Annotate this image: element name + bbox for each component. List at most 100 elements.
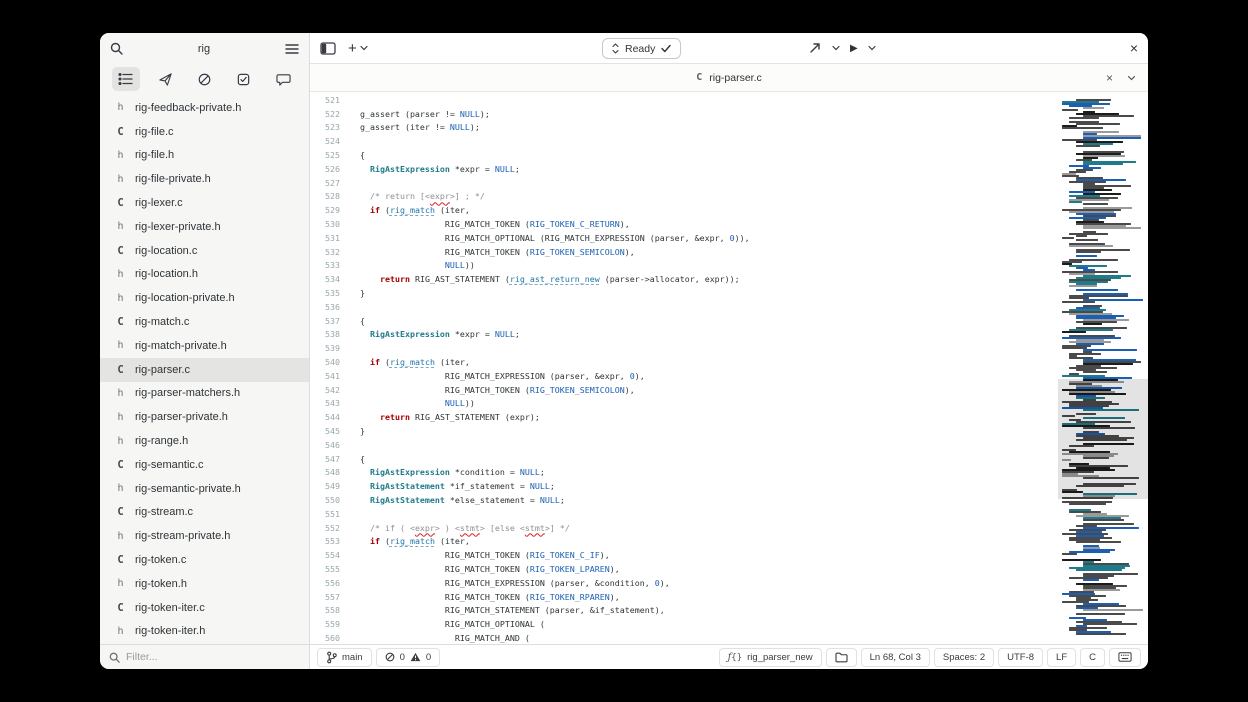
code-line[interactable]: 525 { bbox=[310, 148, 1058, 162]
warning-icon bbox=[410, 652, 421, 662]
file-row[interactable]: Crig-match.c bbox=[100, 310, 309, 334]
code-line[interactable]: 528 /* return [<expr>] ; */ bbox=[310, 190, 1058, 204]
file-row[interactable]: hrig-parser-matchers.h bbox=[100, 382, 309, 406]
new-tab-button[interactable]: + bbox=[348, 41, 368, 56]
code-line[interactable]: 537 { bbox=[310, 314, 1058, 328]
line-ending-setting[interactable]: LF bbox=[1047, 648, 1076, 667]
code-line[interactable]: 557 RIG_MATCH_TOKEN (RIG_TOKEN_RPAREN), bbox=[310, 590, 1058, 604]
file-row[interactable]: Crig-file.c bbox=[100, 120, 309, 144]
file-row[interactable]: hrig-token-iter.h bbox=[100, 620, 309, 644]
menu-icon[interactable] bbox=[285, 43, 299, 55]
file-row[interactable]: Crig-parser.c bbox=[100, 358, 309, 382]
file-row[interactable]: hrig-feedback-private.h bbox=[100, 96, 309, 120]
language-setting[interactable]: C bbox=[1080, 648, 1105, 667]
code-line[interactable]: 556 RIG_MATCH_EXPRESSION (parser, &condi… bbox=[310, 576, 1058, 590]
code-line[interactable]: 532 RIG_MATCH_TOKEN (RIG_TOKEN_SEMICOLON… bbox=[310, 245, 1058, 259]
file-row[interactable]: Crig-token.c bbox=[100, 548, 309, 572]
project-tree-panel-button[interactable] bbox=[112, 67, 140, 91]
code-line[interactable]: 559 RIG_MATCH_OPTIONAL ( bbox=[310, 617, 1058, 631]
code-line[interactable]: 526 RigAstExpression *expr = NULL; bbox=[310, 162, 1058, 176]
file-row[interactable]: hrig-range.h bbox=[100, 429, 309, 453]
project-search-input[interactable] bbox=[129, 43, 279, 55]
diagnostics-panel-button[interactable] bbox=[191, 67, 219, 91]
code-line[interactable]: 540 if (rig_match (iter, bbox=[310, 355, 1058, 369]
plus-icon: + bbox=[348, 41, 357, 56]
code-line[interactable]: 555 RIG_MATCH_TOKEN (RIG_TOKEN_LPAREN), bbox=[310, 562, 1058, 576]
branch-indicator[interactable]: main bbox=[317, 648, 372, 667]
file-row[interactable]: hrig-token.h bbox=[100, 572, 309, 596]
window-close-button[interactable]: × bbox=[1130, 33, 1138, 63]
file-row[interactable]: hrig-location-private.h bbox=[100, 286, 309, 310]
chat-panel-button[interactable] bbox=[269, 67, 297, 91]
sidebar-panel-switcher bbox=[100, 64, 309, 94]
export-icon[interactable] bbox=[808, 41, 822, 55]
code-line[interactable]: 542 RIG_MATCH_TOKEN (RIG_TOKEN_SEMICOLON… bbox=[310, 383, 1058, 397]
filter-input[interactable] bbox=[126, 651, 300, 663]
code-line[interactable]: 545 } bbox=[310, 424, 1058, 438]
file-row[interactable]: Crig-token-iter.c bbox=[100, 596, 309, 620]
file-row[interactable]: hrig-stream-private.h bbox=[100, 524, 309, 548]
file-row[interactable]: hrig-lexer-private.h bbox=[100, 215, 309, 239]
code-line[interactable]: 546 bbox=[310, 438, 1058, 452]
file-row[interactable]: hrig-semantic-private.h bbox=[100, 477, 309, 501]
code-line[interactable]: 533 NULL)) bbox=[310, 259, 1058, 273]
code-line[interactable]: 521 bbox=[310, 93, 1058, 107]
cursor-position[interactable]: Ln 68, Col 3 bbox=[861, 648, 930, 667]
keyboard-settings-button[interactable] bbox=[1109, 648, 1141, 667]
code-line[interactable]: 522 g_assert (parser != NULL); bbox=[310, 107, 1058, 121]
toggle-sidebar-icon[interactable] bbox=[320, 42, 336, 55]
code-line[interactable]: 558 RIG_MATCH_STATEMENT (parser, &if_sta… bbox=[310, 603, 1058, 617]
run-options-chevron-icon[interactable] bbox=[868, 45, 876, 51]
code-line[interactable]: 560 RIG_MATCH_AND ( bbox=[310, 631, 1058, 644]
code-line[interactable]: 530 RIG_MATCH_TOKEN (RIG_TOKEN_C_RETURN)… bbox=[310, 217, 1058, 231]
build-status-dropdown[interactable]: Ready bbox=[602, 38, 681, 59]
file-row[interactable]: Crig-location.c bbox=[100, 239, 309, 263]
code-line[interactable]: 527 bbox=[310, 176, 1058, 190]
file-row[interactable]: Crig-semantic.c bbox=[100, 453, 309, 477]
code-line[interactable]: 553 if (rig_match (iter, bbox=[310, 535, 1058, 549]
run-button[interactable]: ▶ bbox=[850, 43, 858, 54]
code-line[interactable]: 554 RIG_MATCH_TOKEN (RIG_TOKEN_C_IF), bbox=[310, 548, 1058, 562]
file-row[interactable]: hrig-match-private.h bbox=[100, 334, 309, 358]
folder-icon bbox=[835, 652, 848, 663]
code-line[interactable]: 531 RIG_MATCH_OPTIONAL (RIG_MATCH_EXPRES… bbox=[310, 231, 1058, 245]
indentation-setting[interactable]: Spaces: 2 bbox=[934, 648, 994, 667]
code-lines[interactable]: 521522 g_assert (parser != NULL);523 g_a… bbox=[310, 92, 1058, 644]
code-line[interactable]: 534 return RIG_AST_STATEMENT (rig_ast_re… bbox=[310, 272, 1058, 286]
todo-panel-button[interactable] bbox=[230, 67, 258, 91]
code-line[interactable]: 523 g_assert (iter != NULL); bbox=[310, 121, 1058, 135]
file-row[interactable]: Crig-lexer.c bbox=[100, 191, 309, 215]
tab-close-icon[interactable]: × bbox=[1106, 71, 1113, 85]
code-line[interactable]: 544 return RIG_AST_STATEMENT (expr); bbox=[310, 410, 1058, 424]
build-panel-button[interactable] bbox=[151, 67, 179, 91]
code-line[interactable]: 543 NULL)) bbox=[310, 397, 1058, 411]
project-folder-button[interactable] bbox=[826, 648, 857, 667]
file-row[interactable]: hrig-file.h bbox=[100, 144, 309, 168]
minimap[interactable] bbox=[1058, 92, 1148, 644]
file-row[interactable]: hrig-location.h bbox=[100, 263, 309, 287]
file-row[interactable]: Crig-stream.c bbox=[100, 501, 309, 525]
code-line[interactable]: 547 { bbox=[310, 452, 1058, 466]
file-row[interactable]: hrig-file-private.h bbox=[100, 167, 309, 191]
code-line[interactable]: 539 bbox=[310, 341, 1058, 355]
code-line[interactable]: 541 RIG_MATCH_EXPRESSION (parser, &expr,… bbox=[310, 369, 1058, 383]
code-line[interactable]: 552 /* if ( <expr> ) <stmt> [else <stmt>… bbox=[310, 521, 1058, 535]
tab-rig-parser[interactable]: C rig-parser.c bbox=[696, 72, 762, 84]
minimap-viewport[interactable] bbox=[1058, 379, 1148, 499]
export-options-chevron-icon[interactable] bbox=[832, 45, 840, 51]
open-pages-chevron-icon[interactable] bbox=[1127, 75, 1136, 81]
file-row[interactable]: hrig-parser-private.h bbox=[100, 405, 309, 429]
code-line[interactable]: 538 RigAstExpression *expr = NULL; bbox=[310, 328, 1058, 342]
code-line[interactable]: 529 if (rig_match (iter, bbox=[310, 203, 1058, 217]
code-line[interactable]: 535 } bbox=[310, 286, 1058, 300]
code-text: } bbox=[350, 426, 365, 436]
code-line[interactable]: 549 RigAstStatement *if_statement = NULL… bbox=[310, 479, 1058, 493]
diagnostics-indicator[interactable]: 0 0 bbox=[376, 648, 441, 667]
code-line[interactable]: 536 bbox=[310, 300, 1058, 314]
code-line[interactable]: 550 RigAstStatement *else_statement = NU… bbox=[310, 493, 1058, 507]
code-line[interactable]: 548 RigAstExpression *condition = NULL; bbox=[310, 466, 1058, 480]
current-symbol[interactable]: ƒ{} rig_parser_new bbox=[719, 648, 822, 667]
encoding-setting[interactable]: UTF-8 bbox=[998, 648, 1043, 667]
code-line[interactable]: 524 bbox=[310, 134, 1058, 148]
code-line[interactable]: 551 bbox=[310, 507, 1058, 521]
